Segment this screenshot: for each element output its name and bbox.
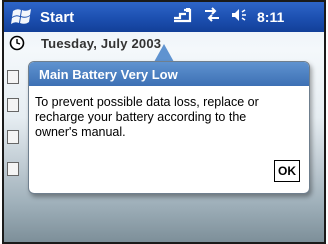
clock-icon <box>9 35 25 51</box>
status-area: 8:11 <box>172 2 284 32</box>
device-screen: Start 8:11 Tuesday, July 2003 Main Batte… <box>2 0 326 244</box>
start-label[interactable]: Start <box>40 9 74 26</box>
today-item-icon[interactable] <box>7 70 19 84</box>
today-item-icon[interactable] <box>7 98 19 112</box>
dialog-title: Main Battery Very Low <box>29 62 309 86</box>
today-item-icon[interactable] <box>7 162 19 176</box>
windows-flag-icon[interactable] <box>10 6 36 28</box>
title-bar: Start 8:11 <box>4 2 324 32</box>
connectivity-icon[interactable] <box>203 6 221 28</box>
today-item-icon[interactable] <box>7 130 19 144</box>
signal-icon[interactable] <box>172 6 194 29</box>
speaker-icon[interactable] <box>230 7 248 28</box>
clock[interactable]: 8:11 <box>257 9 284 25</box>
balloon-pointer <box>154 44 174 62</box>
ok-button[interactable]: OK <box>274 160 300 182</box>
today-date: Tuesday, July 2003 <box>41 35 162 51</box>
dialog-message: To prevent possible data loss, replace o… <box>35 95 259 139</box>
battery-warning-dialog: Main Battery Very Low To prevent possibl… <box>28 61 310 194</box>
